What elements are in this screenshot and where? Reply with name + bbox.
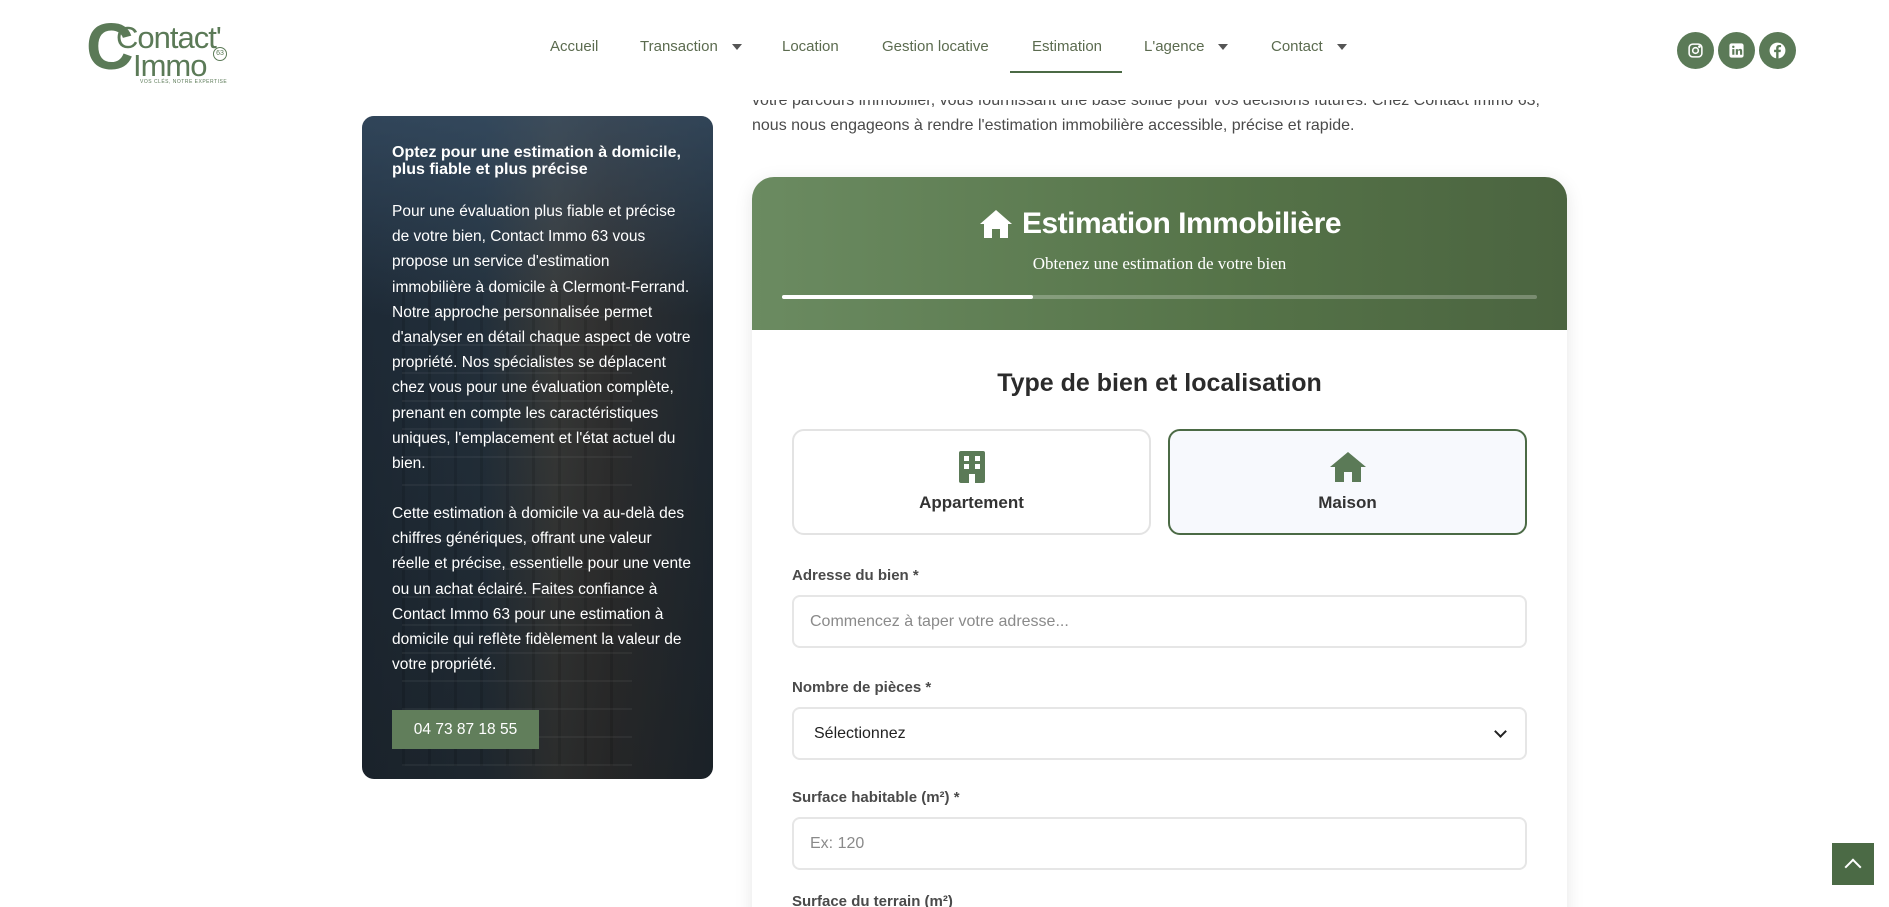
nav-label: Estimation bbox=[1032, 38, 1103, 55]
nav-item-location[interactable]: Location bbox=[782, 38, 839, 55]
land-surface-label: Surface du terrain (m²) bbox=[792, 893, 953, 907]
type-option-appartement[interactable]: Appartement bbox=[792, 429, 1151, 535]
nav-label: L'agence bbox=[1144, 38, 1205, 55]
nav-item-estimation[interactable]: Estimation bbox=[1032, 38, 1102, 55]
logo-badge: 63 bbox=[213, 47, 227, 61]
nav-label: Gestion locative bbox=[882, 38, 989, 55]
step-title: Type de bien et localisation bbox=[997, 369, 1322, 397]
intro-text: votre parcours immobilier, vous fourniss… bbox=[752, 100, 1572, 144]
nav-item-agence[interactable]: L'agence bbox=[1144, 38, 1229, 55]
address-input[interactable] bbox=[792, 595, 1527, 648]
intro-line: nous nous engageons à rendre l'estimatio… bbox=[752, 117, 1355, 134]
nav-label: Contact bbox=[1271, 38, 1323, 55]
form-header: Estimation Immobilière Obtenez une estim… bbox=[752, 177, 1567, 330]
caret-down-icon bbox=[1336, 43, 1347, 50]
type-option-label: Appartement bbox=[919, 493, 1024, 512]
form-subtitle: Obtenez une estimation de votre bien bbox=[1032, 254, 1287, 273]
facebook-link[interactable] bbox=[1759, 32, 1796, 69]
building-icon bbox=[958, 451, 985, 483]
intro-line: votre parcours immobilier, vous fourniss… bbox=[752, 100, 1540, 109]
nav-label: Accueil bbox=[550, 38, 599, 55]
rooms-select-value: Sélectionnez bbox=[814, 724, 906, 742]
logo[interactable]: C Contact' Immo 63 VOS CLÉS, NOTRE EXPER… bbox=[86, 13, 236, 88]
linkedin-link[interactable] bbox=[1718, 32, 1755, 69]
card-paragraph: Cette estimation à domicile va au-delà d… bbox=[392, 505, 691, 674]
type-option-maison[interactable]: Maison bbox=[1168, 429, 1527, 535]
nav-item-gestion-locative[interactable]: Gestion locative bbox=[882, 38, 989, 55]
nav-label: Location bbox=[782, 38, 839, 55]
linkedin-icon bbox=[1729, 43, 1744, 58]
house-icon bbox=[979, 210, 1012, 238]
form-title-text: Estimation Immobilière bbox=[1021, 207, 1342, 240]
nav-item-transaction[interactable]: Transaction bbox=[640, 38, 742, 55]
house-icon bbox=[1329, 452, 1366, 482]
scroll-to-top-button[interactable] bbox=[1832, 843, 1874, 885]
caret-down-icon bbox=[1218, 43, 1229, 50]
instagram-link[interactable] bbox=[1677, 32, 1714, 69]
surface-label: Surface habitable (m²) * bbox=[792, 789, 960, 806]
form-title: Estimation Immobilière bbox=[752, 207, 1567, 241]
type-option-label: Maison bbox=[1318, 493, 1377, 512]
nav-active-underline bbox=[1010, 71, 1122, 73]
facebook-icon bbox=[1769, 42, 1786, 59]
rooms-label: Nombre de pièces * bbox=[792, 679, 932, 696]
nav-item-accueil[interactable]: Accueil bbox=[550, 38, 598, 55]
address-label: Adresse du bien * bbox=[792, 567, 919, 584]
home-estimation-card: Optez pour une estimation à domicile, pl… bbox=[362, 116, 713, 779]
estimation-form-card: Estimation Immobilière Obtenez une estim… bbox=[752, 177, 1567, 907]
card-paragraph: Pour une évaluation plus fiable et préci… bbox=[392, 203, 691, 473]
logo-tagline: VOS CLÉS, NOTRE EXPERTISE bbox=[140, 79, 228, 85]
chevron-up-icon bbox=[1844, 858, 1862, 876]
chevron-down-icon bbox=[1494, 724, 1507, 738]
page: C Contact' Immo 63 VOS CLÉS, NOTRE EXPER… bbox=[0, 0, 1889, 907]
phone-button[interactable]: 04 73 87 18 55 bbox=[392, 710, 539, 749]
social-links bbox=[1677, 32, 1796, 69]
nav-item-contact[interactable]: Contact bbox=[1271, 38, 1347, 55]
instagram-icon bbox=[1688, 43, 1703, 58]
card-title: Optez pour une estimation à domicile, pl… bbox=[392, 144, 681, 178]
nav-label: Transaction bbox=[640, 38, 718, 55]
site-header: C Contact' Immo 63 VOS CLÉS, NOTRE EXPER… bbox=[0, 0, 1889, 100]
surface-input[interactable] bbox=[792, 817, 1527, 870]
progress-fill bbox=[782, 295, 1034, 299]
progress-bar bbox=[782, 295, 1537, 299]
rooms-select[interactable]: Sélectionnez bbox=[792, 707, 1527, 760]
caret-down-icon bbox=[731, 43, 742, 50]
